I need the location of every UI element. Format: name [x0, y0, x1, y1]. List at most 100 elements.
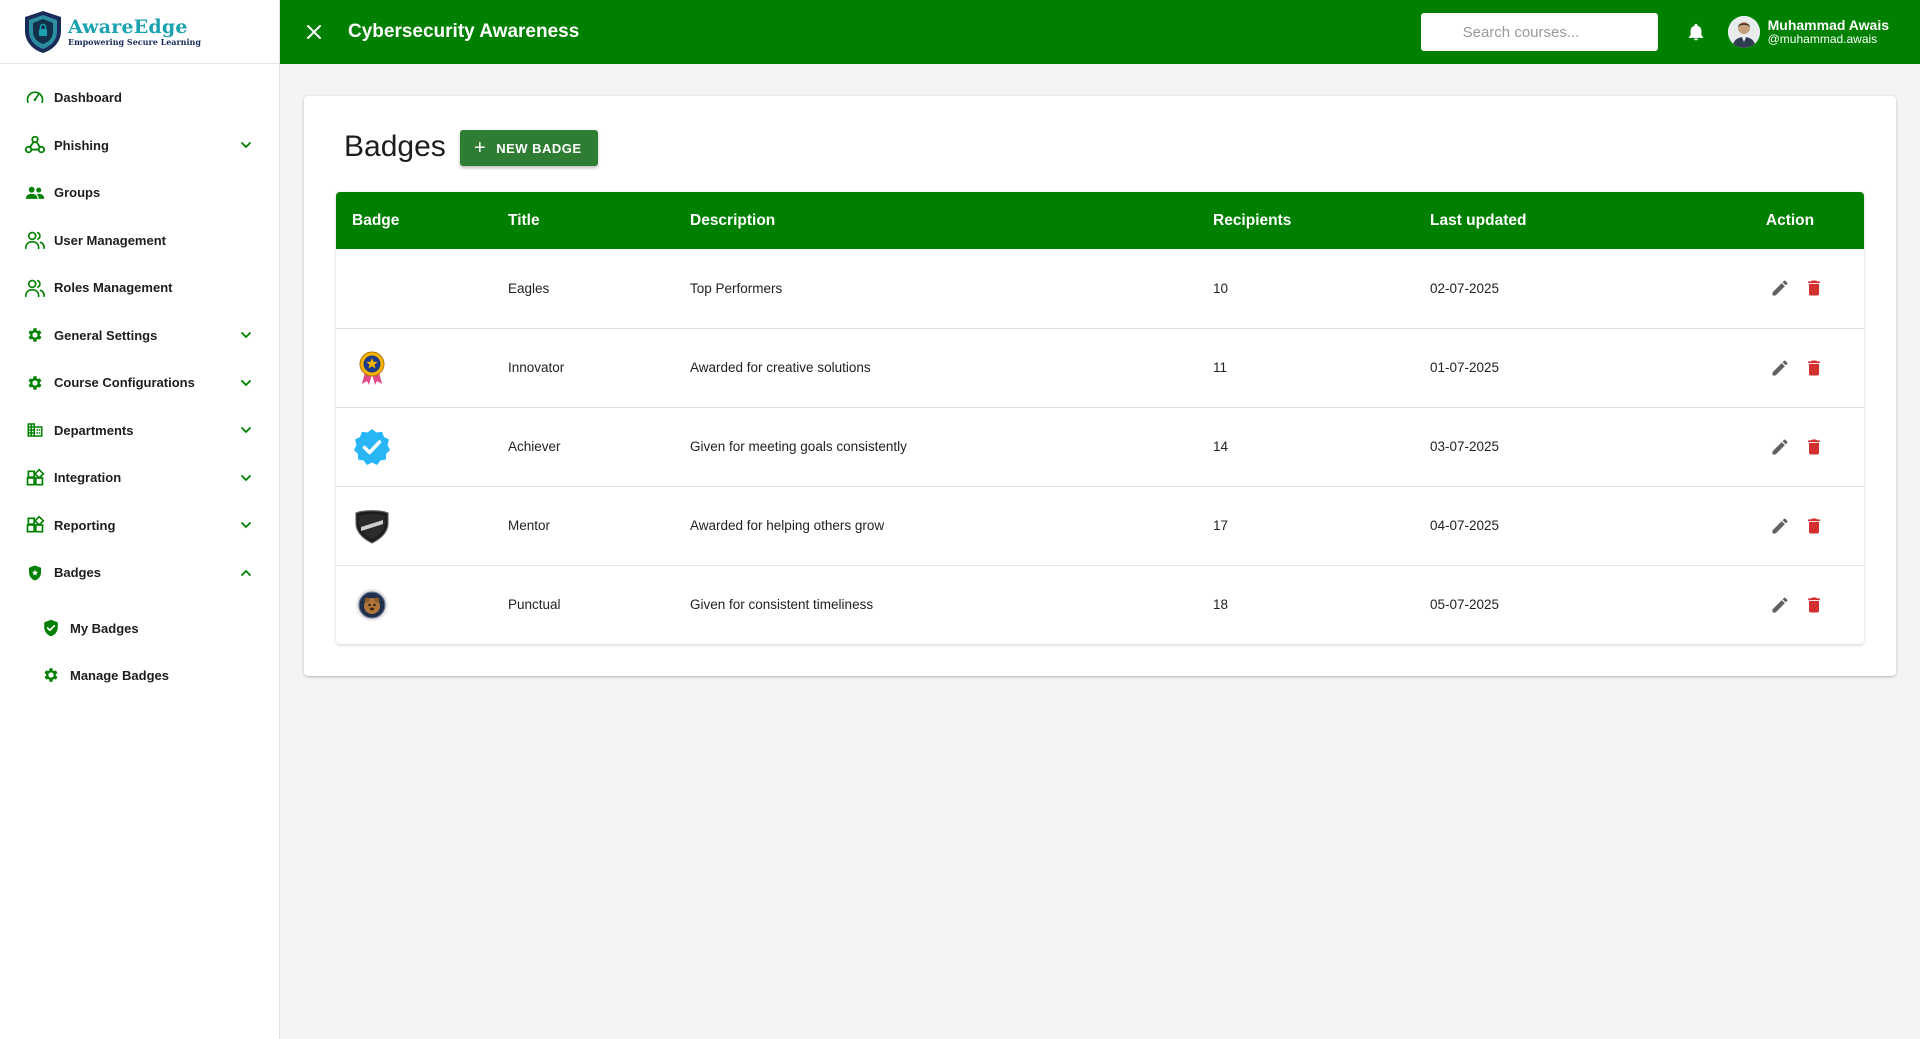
chevron-down-icon: [241, 427, 251, 434]
search-input[interactable]: [1462, 23, 1643, 41]
last-updated-cell: 04-07-2025: [1414, 486, 1724, 566]
chevron-down-icon: [241, 474, 251, 482]
sidebar-item-integration[interactable]: Integration: [0, 454, 279, 502]
recipients-cell: 14: [1197, 407, 1414, 487]
delete-button[interactable]: [1803, 357, 1825, 379]
last-updated-cell: 02-07-2025: [1414, 249, 1724, 329]
sidebar-item-roles-management[interactable]: Roles Management: [0, 264, 279, 312]
sidebar-item-badges[interactable]: Badges: [0, 549, 279, 597]
plus-icon: +: [474, 137, 487, 159]
sidebar-nav: Dashboard Phishing Groups User Managemen…: [0, 64, 279, 699]
sidebar-item-reporting[interactable]: Reporting: [0, 502, 279, 550]
trash-icon: [1808, 518, 1820, 533]
gear-icon: [24, 324, 46, 346]
badges-table: Badge Title Description Recipients Last …: [336, 192, 1864, 644]
description-cell: Given for meeting goals consistently: [674, 407, 1197, 487]
user-handle: @muhammad.awais: [1767, 32, 1878, 46]
building-icon: [24, 419, 46, 441]
brand-name: AwareEdge: [68, 15, 188, 38]
badge-cell: [336, 565, 492, 644]
column-header-last-updated: Last updated: [1430, 211, 1527, 229]
delete-button[interactable]: [1803, 436, 1825, 458]
sidebar-subitem-my-badges[interactable]: My Badges: [0, 605, 279, 652]
chevron-down-icon: [241, 522, 251, 529]
search-icon: [1436, 24, 1451, 40]
star-medal-icon: [352, 348, 392, 388]
edit-button[interactable]: [1769, 436, 1791, 458]
description-cell: Given for consistent timeliness: [690, 597, 874, 613]
bell-icon: [1688, 23, 1703, 41]
verified-check-icon: [352, 427, 392, 467]
sidebar-item-label: Phishing: [54, 137, 109, 153]
verified-shield-icon: [40, 617, 62, 639]
delete-button[interactable]: [1803, 277, 1825, 299]
sidebar-subitem-manage-badges[interactable]: Manage Badges: [0, 652, 279, 699]
table-row: Punctual Given for consistent timeliness…: [336, 565, 1864, 644]
badges-card: Badges + NEW BADGE Badge Title Descripti…: [304, 96, 1896, 676]
sidebar-item-general-settings[interactable]: General Settings: [0, 312, 279, 360]
table-row: Eagles Top Performers 10 02-07-2025: [336, 249, 1864, 329]
close-drawer-button[interactable]: [302, 20, 326, 44]
edit-button[interactable]: [1769, 277, 1791, 299]
new-badge-button[interactable]: + NEW BADGE: [460, 130, 598, 166]
sidebar: AwareEdge Empowering Secure Learning Das…: [0, 0, 280, 1039]
table-header-row: Badge Title Description Recipients Last …: [336, 192, 1864, 249]
brand-logo[interactable]: AwareEdge Empowering Secure Learning: [0, 0, 279, 64]
chevron-down-icon: [241, 332, 251, 339]
description-cell: Awarded for creative solutions: [674, 328, 1197, 408]
delete-button[interactable]: [1803, 515, 1825, 537]
title-cell: Innovator: [492, 328, 674, 408]
widgets-icon: [24, 514, 46, 536]
recipients-cell: 17: [1197, 486, 1414, 566]
table-row: Innovator Awarded for creative solutions…: [336, 328, 1864, 408]
sidebar-item-label: Dashboard: [54, 90, 122, 106]
pencil-icon: [1772, 517, 1788, 533]
chevron-down-icon: [241, 142, 251, 149]
avatar: [1727, 16, 1760, 48]
trash-icon: [1808, 439, 1820, 454]
title-cell: Eagles: [492, 249, 674, 329]
sidebar-item-departments[interactable]: Departments: [0, 407, 279, 455]
recipients-cell: 11: [1197, 328, 1414, 408]
last-updated-cell: 03-07-2025: [1414, 407, 1724, 487]
action-cell: [1724, 486, 1864, 566]
description-cell: Top Performers: [674, 249, 1197, 329]
badge-image-empty: [352, 268, 392, 308]
sidebar-item-label: General Settings: [54, 327, 158, 343]
widgets-icon: [24, 467, 46, 489]
notifications-button[interactable]: [1684, 20, 1708, 44]
title-cell: Mentor: [492, 486, 674, 566]
badge-cell: [336, 328, 492, 408]
people-icon: [24, 182, 46, 204]
edit-button[interactable]: [1769, 357, 1791, 379]
sidebar-item-phishing[interactable]: Phishing: [0, 122, 279, 170]
badge-cell: [336, 249, 492, 329]
delete-button[interactable]: [1803, 594, 1825, 616]
pencil-icon: [1772, 359, 1788, 375]
new-badge-label: NEW BADGE: [496, 140, 582, 156]
top-app-bar: Cybersecurity Awareness Muhammad Awais @…: [280, 0, 1920, 64]
sidebar-item-label: Roles Management: [54, 280, 173, 296]
pencil-icon: [1772, 438, 1788, 454]
recipients-cell: 18: [1213, 597, 1229, 613]
search-box[interactable]: [1420, 13, 1658, 51]
sidebar-item-dashboard[interactable]: Dashboard: [0, 74, 279, 122]
user-menu[interactable]: Muhammad Awais @muhammad.awais: [1727, 16, 1889, 48]
punctual-emblem-icon: [352, 585, 392, 625]
sidebar-item-label: Integration: [54, 470, 122, 486]
pencil-icon: [1772, 597, 1788, 613]
user-name: Muhammad Awais: [1767, 17, 1889, 33]
recipients-cell: 10: [1197, 249, 1414, 329]
sidebar-item-label: Badges: [54, 565, 101, 581]
trash-icon: [1808, 280, 1820, 296]
shield-star-icon: [24, 562, 46, 584]
sidebar-item-user-management[interactable]: User Management: [0, 217, 279, 265]
sidebar-item-groups[interactable]: Groups: [0, 169, 279, 217]
sidebar-item-course-configurations[interactable]: Course Configurations: [0, 359, 279, 407]
sidebar-subitem-label: Manage Badges: [70, 667, 169, 683]
shield-logo-icon: [25, 10, 61, 53]
edit-button[interactable]: [1769, 594, 1791, 616]
column-header-description: Description: [690, 211, 776, 229]
edit-button[interactable]: [1769, 515, 1791, 537]
last-updated-cell: 05-07-2025: [1430, 597, 1500, 613]
